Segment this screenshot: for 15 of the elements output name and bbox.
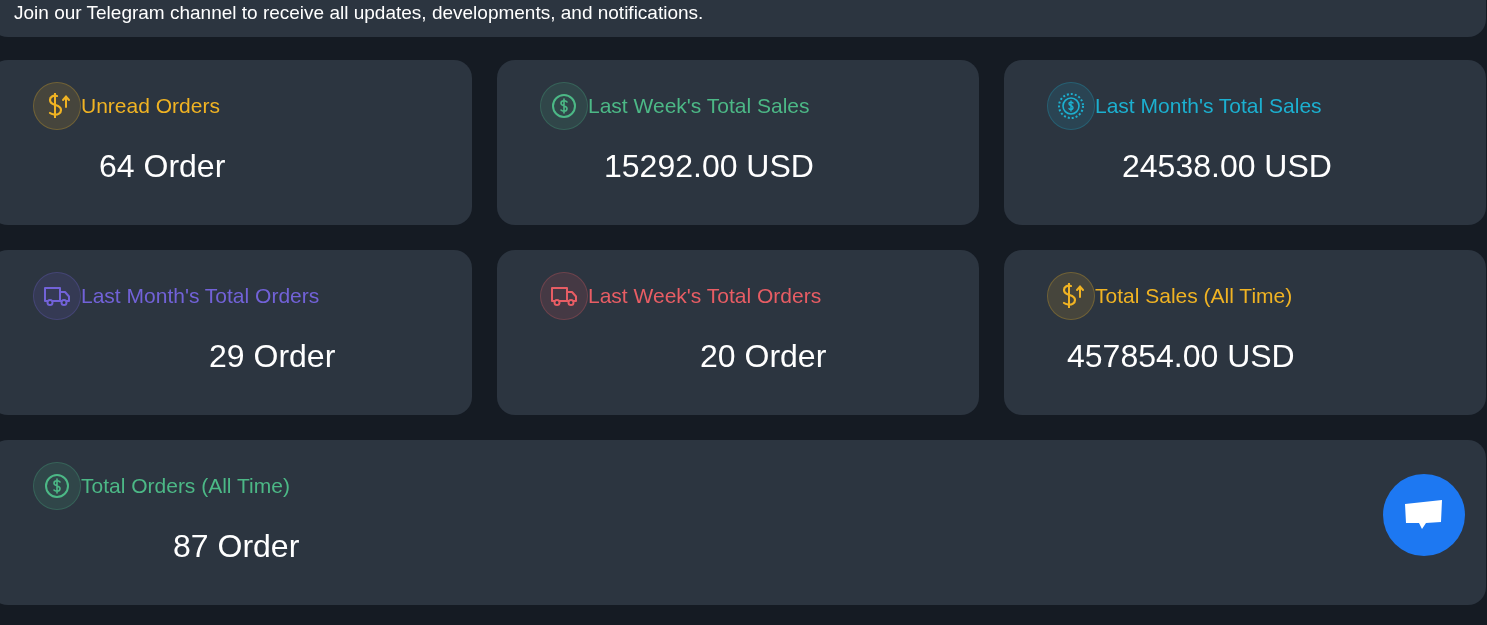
stat-value: 457854.00 USD xyxy=(1067,337,1296,376)
card-title: Last Month's Total Sales xyxy=(1095,93,1322,120)
stat-value: 64 Order xyxy=(99,147,227,186)
banner-text: Join our Telegram channel to receive all updates, developments, and notifications. xyxy=(14,2,705,24)
card-title: Last Month's Total Orders xyxy=(81,283,320,310)
stat-value: 15292.00 USD xyxy=(604,147,815,186)
stat-value: 24538.00 USD xyxy=(1122,147,1333,186)
card-title: Last Week's Total Sales xyxy=(588,93,810,120)
stat-value: 29 Order xyxy=(209,337,337,376)
card-title: Total Orders (All Time) xyxy=(81,473,290,500)
stat-value: 20 Order xyxy=(700,337,828,376)
card-title: Total Sales (All Time) xyxy=(1095,283,1293,310)
card-title: Unread Orders xyxy=(81,93,220,120)
card-title: Last Week's Total Orders xyxy=(588,283,822,310)
stat-value: 87 Order xyxy=(173,527,301,566)
